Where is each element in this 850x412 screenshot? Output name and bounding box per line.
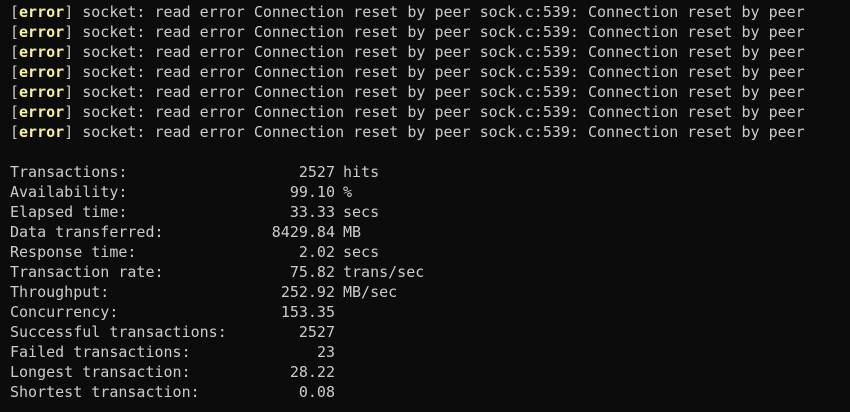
log-bracket-close: ]	[64, 3, 74, 21]
error-tag: error	[19, 3, 65, 21]
log-bracket-open: [	[10, 3, 20, 21]
error-log: [error] socket: read error Connection re…	[10, 2, 805, 142]
stat-row-throughput: Throughput: 252.92 MB/sec	[10, 282, 510, 302]
log-line: [error] socket: read error Connection re…	[10, 2, 805, 22]
stat-value: 23	[316, 343, 335, 361]
stat-value: 0.08	[298, 383, 335, 401]
stat-value: 28.22	[289, 363, 335, 381]
log-bracket-close: ]	[64, 63, 74, 81]
stat-value: 2527	[298, 323, 335, 341]
log-bracket-close: ]	[64, 103, 74, 121]
log-message: socket: read error Connection reset by p…	[73, 83, 805, 101]
log-bracket-open: [	[10, 23, 20, 41]
stat-label: Data transferred:	[10, 223, 164, 241]
stat-row-concurrency: Concurrency: 153.35	[10, 302, 510, 322]
stat-label: Elapsed time:	[10, 203, 128, 221]
log-line: [error] socket: read error Connection re…	[10, 122, 805, 142]
siege-summary: Transactions: 2527 hits Availability: 99.10…	[10, 162, 510, 402]
stat-label: Availability:	[10, 183, 128, 201]
log-message: socket: read error Connection reset by p…	[73, 43, 805, 61]
log-bracket-close: ]	[64, 23, 74, 41]
log-message: socket: read error Connection reset by p…	[73, 123, 805, 141]
log-bracket-open: [	[10, 63, 20, 81]
stat-unit: trans/sec	[343, 263, 425, 281]
stat-label: Successful transactions:	[10, 323, 227, 341]
log-bracket-open: [	[10, 103, 20, 121]
log-message: socket: read error Connection reset by p…	[73, 63, 805, 81]
stat-label: Response time:	[10, 243, 137, 261]
log-line: [error] socket: read error Connection re…	[10, 22, 805, 42]
log-bracket-open: [	[10, 43, 20, 61]
stat-unit: %	[343, 183, 353, 201]
log-message: socket: read error Connection reset by p…	[73, 103, 805, 121]
stat-row-transactions: Transactions: 2527 hits	[10, 162, 510, 182]
stat-unit: secs	[343, 203, 380, 221]
stat-label: Transaction rate:	[10, 263, 164, 281]
stat-row-data-transferred: Data transferred: 8429.84 MB	[10, 222, 510, 242]
stat-value: 2.02	[298, 243, 335, 261]
log-bracket-close: ]	[64, 83, 74, 101]
log-line: [error] socket: read error Connection re…	[10, 62, 805, 82]
log-bracket-close: ]	[64, 43, 74, 61]
error-tag: error	[19, 123, 65, 141]
stat-value: 75.82	[289, 263, 335, 281]
stat-row-transaction-rate: Transaction rate: 75.82 trans/sec	[10, 262, 510, 282]
stat-label: Concurrency:	[10, 303, 119, 321]
log-bracket-open: [	[10, 83, 20, 101]
stat-unit: secs	[343, 243, 380, 261]
stat-label: Transactions:	[10, 163, 128, 181]
error-tag: error	[19, 103, 65, 121]
stat-label: Throughput:	[10, 283, 110, 301]
stat-label: Failed transactions:	[10, 343, 191, 361]
stat-value: 153.35	[280, 303, 335, 321]
log-bracket-close: ]	[64, 123, 74, 141]
stat-value: 2527	[298, 163, 335, 181]
log-bracket-open: [	[10, 123, 20, 141]
log-line: [error] socket: read error Connection re…	[10, 82, 805, 102]
stat-row-elapsed-time: Elapsed time: 33.33 secs	[10, 202, 510, 222]
stat-label: Shortest transaction:	[10, 383, 200, 401]
log-line: [error] socket: read error Connection re…	[10, 42, 805, 62]
stat-value: 8429.84	[271, 223, 335, 241]
stat-unit: MB	[343, 223, 362, 241]
log-message: socket: read error Connection reset by p…	[73, 23, 805, 41]
stat-row-availability: Availability: 99.10%	[10, 182, 510, 202]
error-tag: error	[19, 83, 65, 101]
stat-row-shortest-transaction: Shortest transaction: 0.08	[10, 382, 510, 402]
log-line: [error] socket: read error Connection re…	[10, 102, 805, 122]
stat-value: 99.10	[289, 183, 335, 201]
stat-unit: MB/sec	[343, 283, 398, 301]
stat-row-successful-transactions: Successful transactions: 2527	[10, 322, 510, 342]
error-tag: error	[19, 63, 65, 81]
stat-row-response-time: Response time: 2.02 secs	[10, 242, 510, 262]
error-tag: error	[19, 23, 65, 41]
stat-unit: hits	[343, 163, 380, 181]
terminal-window[interactable]: [error] socket: read error Connection re…	[0, 0, 850, 412]
error-tag: error	[19, 43, 65, 61]
stat-label: Longest transaction:	[10, 363, 191, 381]
stat-value: 33.33	[289, 203, 335, 221]
stat-value: 252.92	[280, 283, 335, 301]
log-message: socket: read error Connection reset by p…	[73, 3, 805, 21]
stat-row-failed-transactions: Failed transactions: 23	[10, 342, 510, 362]
stat-row-longest-transaction: Longest transaction: 28.22	[10, 362, 510, 382]
